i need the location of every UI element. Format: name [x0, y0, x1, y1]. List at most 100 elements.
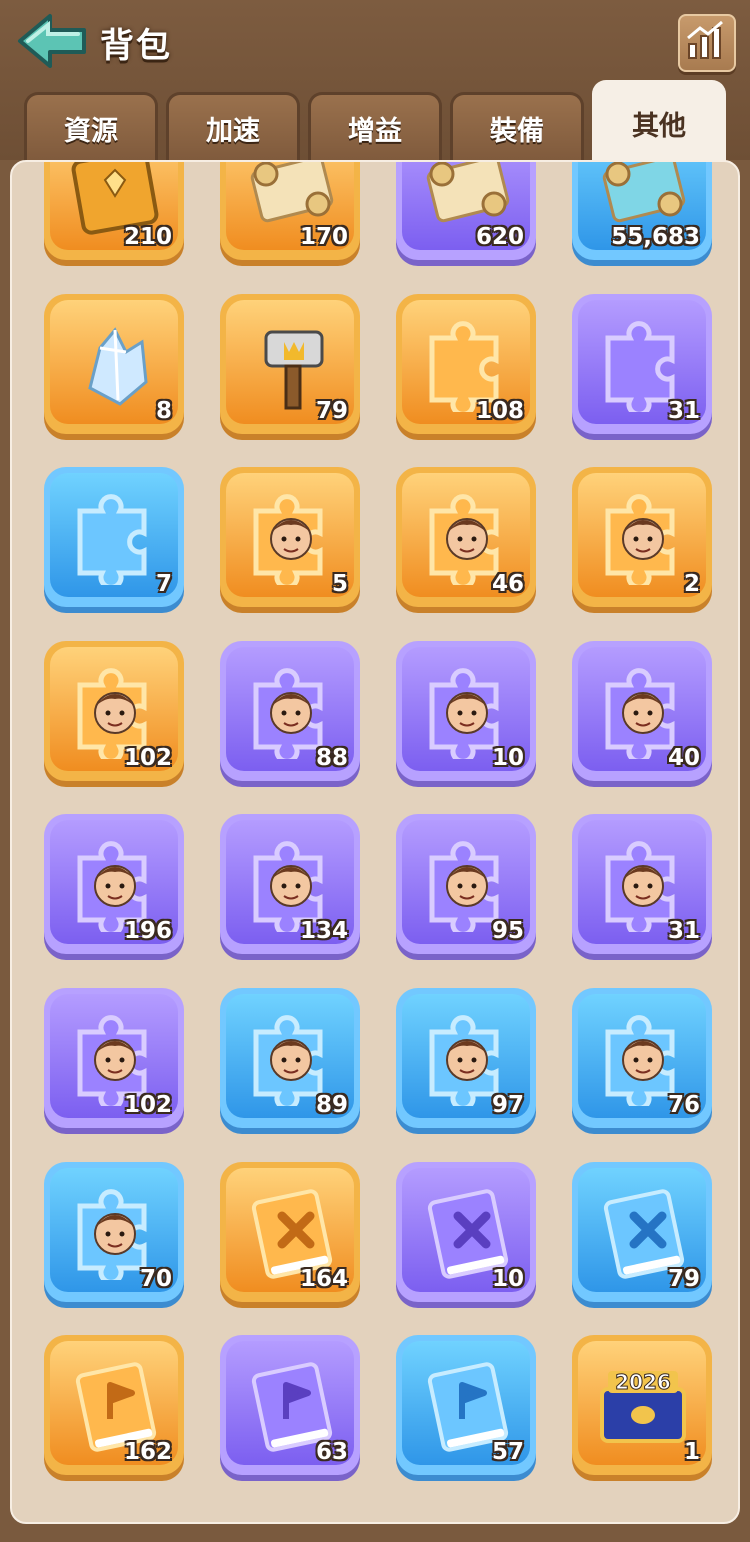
inventory-item[interactable]: 134 [220, 814, 360, 955]
inventory-item[interactable]: 164 [220, 1161, 360, 1302]
hero-fragment-captain-icon [588, 828, 698, 938]
inventory-panel: 210 170 620 55,683 8 79 108 31 7 5 46 2 102 88 10 40 196… [10, 160, 740, 1524]
item-count: 5 [331, 571, 348, 598]
blue-flag-book-icon [412, 1349, 522, 1453]
hero-fragment-princess-icon [236, 828, 346, 938]
hero-fragment-dwarf-icon [60, 1176, 170, 1285]
inventory-item[interactable]: 108 [396, 293, 536, 434]
inventory-item[interactable]: 79 [572, 1161, 712, 1302]
inventory-item[interactable]: 102 [44, 640, 184, 781]
item-count: 162 [123, 1439, 172, 1466]
item-count: 170 [299, 224, 348, 250]
item-count: 620 [475, 224, 524, 250]
hero-fragment-redhair-icon [60, 828, 170, 938]
item-count: 63 [315, 1439, 348, 1466]
hero-fragment-archer-icon [236, 1002, 346, 1111]
item-count: 10 [491, 744, 524, 771]
inventory-item[interactable]: 88 [220, 640, 360, 781]
item-count: 102 [123, 1092, 172, 1118]
back-arrow-icon[interactable] [14, 12, 90, 70]
inventory-item[interactable]: 620 [396, 162, 536, 260]
item-count: 46 [491, 571, 524, 598]
purple-puzzle-piece-icon [588, 308, 698, 417]
item-count: 1 [683, 1439, 700, 1466]
inventory-item[interactable]: 170 [220, 162, 360, 260]
purple-flag-book-icon [236, 1349, 346, 1453]
hero-fragment-blonde-icon [60, 655, 170, 764]
inventory-item[interactable]: 76 [572, 988, 712, 1128]
inventory-item[interactable]: 97 [396, 988, 536, 1128]
inventory-item[interactable]: 8 [44, 293, 184, 434]
inventory-item[interactable]: 2 [572, 467, 712, 608]
tab-equipment[interactable]: 裝備 [450, 92, 584, 162]
orange-sword-book-icon [236, 1176, 346, 1280]
hero-fragment-pharaoh-icon [412, 481, 522, 591]
inventory-item[interactable]: 46 [396, 467, 536, 608]
hero-fragment-soldier-icon [412, 828, 522, 938]
inventory-item[interactable]: 10 [396, 640, 536, 781]
inventory-item[interactable]: 63 [220, 1335, 360, 1476]
inventory-item[interactable]: 210 [44, 162, 184, 260]
inventory-item[interactable]: 2026 1 [572, 1335, 712, 1476]
inventory-item[interactable]: 89 [220, 988, 360, 1128]
item-count: 89 [315, 1092, 348, 1118]
item-count: 7 [155, 571, 172, 598]
item-count: 40 [667, 744, 700, 771]
item-count: 2 [683, 571, 700, 598]
inventory-item[interactable]: 57 [396, 1335, 536, 1476]
item-count: 97 [491, 1092, 524, 1118]
item-count: 55,683 [611, 224, 700, 250]
item-count: 57 [491, 1439, 524, 1466]
item-count: 70 [139, 1265, 172, 1292]
item-count: 79 [667, 1265, 700, 1292]
orange-flag-book-icon [60, 1349, 170, 1453]
item-count: 88 [315, 744, 348, 771]
inventory-item[interactable]: 55,683 [572, 162, 712, 260]
inventory-item[interactable]: 5 [220, 467, 360, 608]
inventory-item[interactable]: 196 [44, 814, 184, 955]
item-count: 76 [667, 1092, 700, 1118]
hero-fragment-witch-icon [412, 655, 522, 764]
item-count: 95 [491, 918, 524, 945]
hero-fragment-girl-icon [588, 655, 698, 764]
item-count: 31 [667, 397, 700, 424]
hero-fragment-elder-icon [588, 1002, 698, 1111]
item-count: 10 [491, 1265, 524, 1292]
item-count: 210 [123, 224, 172, 250]
inventory-item[interactable]: 10 [396, 1161, 536, 1302]
chest-year-label: 2026 [615, 1370, 671, 1394]
tab-speedups[interactable]: 加速 [166, 92, 300, 162]
hero-fragment-explorer-icon [588, 481, 698, 591]
inventory-item[interactable]: 31 [572, 293, 712, 434]
item-count: 196 [123, 918, 172, 945]
tab-other[interactable]: 其他 [592, 80, 726, 164]
inventory-item[interactable]: 70 [44, 1161, 184, 1302]
inventory-item[interactable]: 95 [396, 814, 536, 955]
chest-2026-icon: 2026 [588, 1349, 698, 1453]
item-count: 134 [299, 918, 348, 945]
crystal-icon [60, 308, 170, 412]
item-count: 79 [315, 397, 348, 424]
page-title: 背包 [100, 26, 172, 66]
item-count: 102 [123, 744, 172, 771]
inventory-item[interactable]: 31 [572, 814, 712, 955]
tab-bar: 資源 加速 增益 裝備 其他 [0, 80, 750, 168]
inventory-item[interactable]: 102 [44, 988, 184, 1128]
tab-resources[interactable]: 資源 [24, 92, 158, 162]
inventory-item[interactable]: 79 [220, 293, 360, 434]
tab-boosts[interactable]: 增益 [308, 92, 442, 162]
item-count: 8 [155, 397, 172, 424]
item-count: 164 [299, 1265, 348, 1292]
blue-puzzle-piece-icon [60, 481, 170, 591]
item-count: 31 [667, 918, 700, 945]
orange-puzzle-piece-icon [412, 308, 522, 417]
purple-sword-book-icon [412, 1176, 522, 1280]
inventory-item[interactable]: 40 [572, 640, 712, 781]
bar-chart-icon[interactable] [678, 14, 736, 72]
inventory-item[interactable]: 7 [44, 467, 184, 608]
hero-fragment-desert-icon [236, 655, 346, 764]
item-count: 108 [475, 397, 524, 424]
hero-fragment-bearded-icon [60, 1002, 170, 1111]
inventory-item[interactable]: 162 [44, 1335, 184, 1476]
blue-sword-book-icon [588, 1176, 698, 1280]
